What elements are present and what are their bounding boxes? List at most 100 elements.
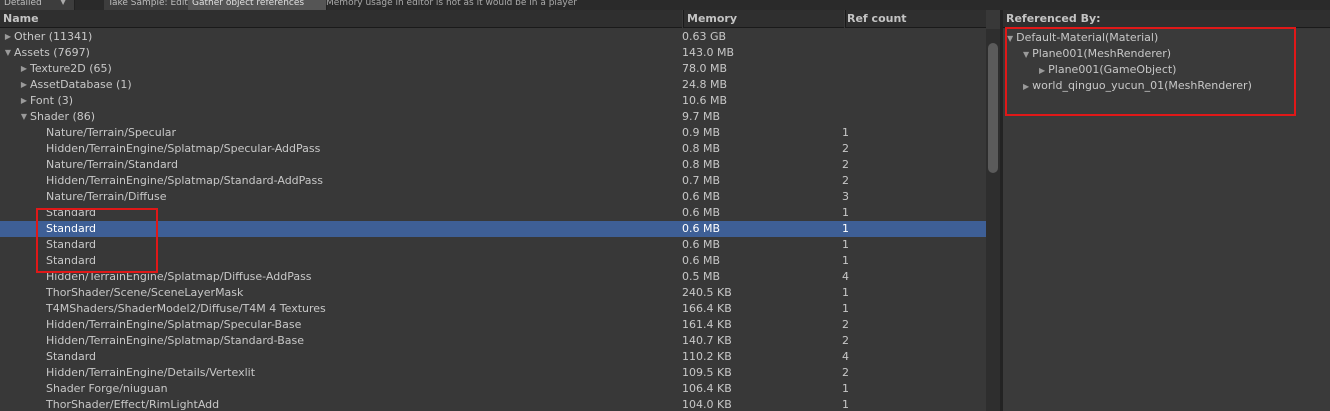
referenced-by-item[interactable]: ▶ Plane001(GameObject) [1039, 62, 1176, 78]
expand-arrow-down-icon[interactable]: ▼ [1007, 34, 1013, 43]
row-memory: 0.8 MB [682, 158, 721, 171]
row-ref-count: 2 [842, 174, 849, 187]
row-name: Standard [46, 254, 97, 267]
tree-row[interactable]: ▶ AssetDatabase (1) 24.8 MB [0, 77, 986, 93]
row-ref-count: 2 [842, 158, 849, 171]
expand-arrow-right-icon[interactable]: ▶ [19, 61, 29, 77]
row-ref-count: 4 [842, 270, 849, 283]
row-name: ThorShader/Scene/SceneLayerMask [46, 286, 244, 299]
tree-row[interactable]: Hidden/TerrainEngine/Splatmap/Diffuse-Ad… [0, 269, 986, 285]
row-name: Assets (7697) [14, 46, 90, 59]
row-name: Nature/Terrain/Standard [46, 158, 178, 171]
scrollbar-thumb[interactable] [988, 43, 998, 173]
gather-references-toggle[interactable]: Gather object references [188, 0, 327, 10]
tree-row[interactable]: Hidden/TerrainEngine/Splatmap/Specular-A… [0, 141, 986, 157]
referenced-by-item[interactable]: ▶ world_qinguo_yucun_01(MeshRenderer) [1023, 78, 1252, 94]
row-name: Hidden/TerrainEngine/Splatmap/Diffuse-Ad… [46, 270, 312, 283]
row-ref-count: 1 [842, 238, 849, 251]
tree-row[interactable]: ThorShader/Scene/SceneLayerMask 240.5 KB 1 [0, 285, 986, 301]
row-memory: 106.4 KB [682, 382, 732, 395]
row-ref-count: 1 [842, 206, 849, 219]
row-name: Standard [46, 350, 97, 363]
row-memory: 78.0 MB [682, 62, 728, 75]
tree-row[interactable]: ▶ Texture2D (65) 78.0 MB [0, 61, 986, 77]
referenced-by-label: world_qinguo_yucun_01(MeshRenderer) [1032, 79, 1252, 92]
row-name: Font (3) [30, 94, 74, 107]
row-ref-count: 2 [842, 318, 849, 331]
tree-row[interactable]: ▼ Assets (7697) 143.0 MB [0, 45, 986, 61]
column-header-name[interactable]: Name [0, 10, 682, 28]
row-ref-count: 1 [842, 382, 849, 395]
tree-row[interactable]: ThorShader/Effect/RimLightAdd 104.0 KB 1 [0, 397, 986, 411]
row-name: Nature/Terrain/Diffuse [46, 190, 167, 203]
row-memory: 0.6 MB [682, 206, 721, 219]
row-memory: 0.8 MB [682, 142, 721, 155]
row-name: T4MShaders/ShaderModel2/Diffuse/T4M 4 Te… [46, 302, 326, 315]
tree-row[interactable]: ▶ Other (11341) 0.63 GB [0, 29, 986, 45]
row-ref-count: 1 [842, 286, 849, 299]
row-ref-count: 2 [842, 366, 849, 379]
row-memory: 140.7 KB [682, 334, 732, 347]
row-name: Texture2D (65) [30, 62, 112, 75]
tree-row[interactable]: Standard 110.2 KB 4 [0, 349, 986, 365]
row-name: Hidden/TerrainEngine/Splatmap/Specular-A… [46, 142, 321, 155]
expand-arrow-right-icon[interactable]: ▶ [3, 29, 13, 45]
expand-arrow-right-icon[interactable]: ▶ [1023, 82, 1029, 91]
tree-row[interactable]: ▶ Font (3) 10.6 MB [0, 93, 986, 109]
tree-row[interactable]: Hidden/TerrainEngine/Splatmap/Standard-B… [0, 333, 986, 349]
referenced-by-item[interactable]: ▼ Plane001(MeshRenderer) [1023, 46, 1171, 62]
tree-row[interactable]: Hidden/TerrainEngine/Splatmap/Specular-B… [0, 317, 986, 333]
expand-arrow-down-icon[interactable]: ▼ [19, 109, 29, 125]
row-memory: 0.5 MB [682, 270, 721, 283]
referenced-by-title: Referenced By: [1003, 10, 1330, 28]
tree-row[interactable]: Standard 0.6 MB 1 [0, 253, 986, 269]
vertical-scrollbar[interactable] [986, 29, 1000, 411]
row-memory: 104.0 KB [682, 398, 732, 411]
row-name: Shader (86) [30, 110, 96, 123]
row-memory: 9.7 MB [682, 110, 721, 123]
take-sample-button[interactable]: Take Sample: Editor [104, 0, 197, 10]
row-name: Standard [46, 206, 97, 219]
tree-row[interactable]: Standard 0.6 MB 1 [0, 221, 986, 237]
tree-row[interactable]: T4MShaders/ShaderModel2/Diffuse/T4M 4 Te… [0, 301, 986, 317]
tree-row[interactable]: Nature/Terrain/Diffuse 0.6 MB 3 [0, 189, 986, 205]
row-memory: 0.6 MB [682, 254, 721, 267]
tree-row[interactable]: Nature/Terrain/Standard 0.8 MB 2 [0, 157, 986, 173]
tree-row[interactable]: Hidden/TerrainEngine/Splatmap/Standard-A… [0, 173, 986, 189]
row-name: Nature/Terrain/Specular [46, 126, 177, 139]
row-memory: 24.8 MB [682, 78, 728, 91]
column-header-ref-count[interactable]: Ref count [845, 10, 986, 28]
row-memory: 0.6 MB [682, 190, 721, 203]
referenced-by-label: Default-Material(Material) [1016, 31, 1159, 44]
tree-row[interactable]: ▼ Shader (86) 9.7 MB [0, 109, 986, 125]
row-memory: 143.0 MB [682, 46, 735, 59]
referenced-by-item[interactable]: ▼ Default-Material(Material) [1007, 30, 1158, 46]
tree-row[interactable]: Hidden/TerrainEngine/Details/Vertexlit 10… [0, 365, 986, 381]
expand-arrow-right-icon[interactable]: ▶ [19, 93, 29, 109]
row-memory: 161.4 KB [682, 318, 732, 331]
row-ref-count: 1 [842, 398, 849, 411]
expand-arrow-down-icon[interactable]: ▼ [1023, 50, 1029, 59]
tree-row[interactable]: Nature/Terrain/Specular 0.9 MB 1 [0, 125, 986, 141]
row-memory: 0.7 MB [682, 174, 721, 187]
row-ref-count: 2 [842, 142, 849, 155]
row-name: Standard [46, 222, 97, 235]
editor-memory-note: Memory usage in editor is not as it woul… [326, 0, 577, 8]
row-name: Hidden/TerrainEngine/Splatmap/Standard-A… [46, 174, 324, 187]
expand-arrow-down-icon[interactable]: ▼ [3, 45, 13, 61]
row-memory: 0.63 GB [682, 30, 727, 43]
tree-row[interactable]: Shader Forge/niuguan 106.4 KB 1 [0, 381, 986, 397]
row-ref-count: 1 [842, 254, 849, 267]
expand-arrow-right-icon[interactable]: ▶ [19, 77, 29, 93]
row-ref-count: 2 [842, 334, 849, 347]
referenced-by-label: Plane001(MeshRenderer) [1032, 47, 1172, 60]
row-memory: 0.6 MB [682, 222, 721, 235]
tree-row[interactable]: Standard 0.6 MB 1 [0, 237, 986, 253]
expand-arrow-right-icon[interactable]: ▶ [1039, 66, 1045, 75]
referenced-by-panel: ▼ Default-Material(Material) ▼ Plane001(Mes… [1003, 29, 1330, 411]
row-name: Other (11341) [14, 30, 93, 43]
row-name: Hidden/TerrainEngine/Splatmap/Specular-B… [46, 318, 302, 331]
column-header-memory[interactable]: Memory [683, 10, 844, 28]
row-memory: 10.6 MB [682, 94, 728, 107]
tree-row[interactable]: Standard 0.6 MB 1 [0, 205, 986, 221]
